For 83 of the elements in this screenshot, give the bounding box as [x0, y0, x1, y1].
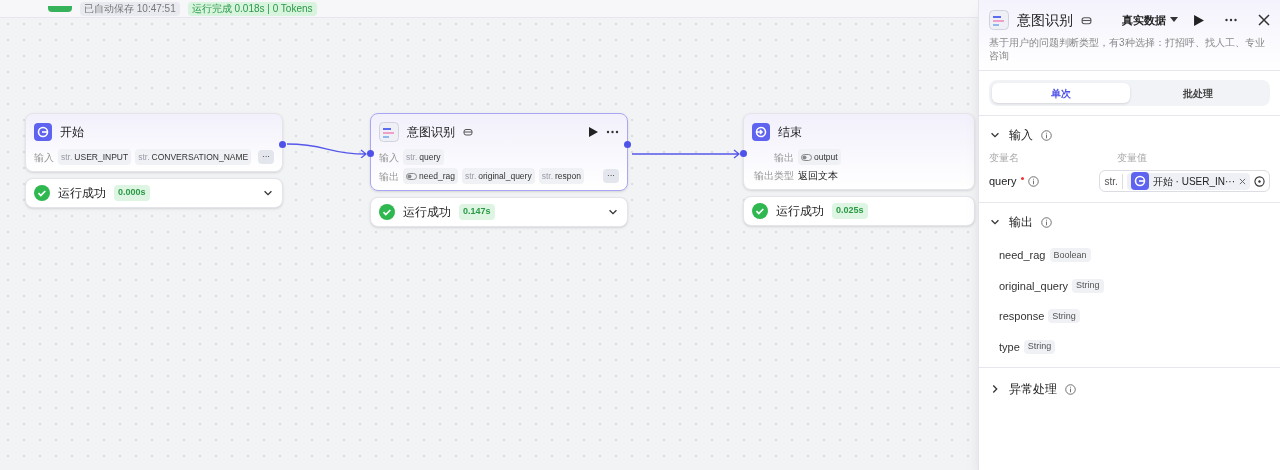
variable-chip: str. original_query: [461, 168, 535, 184]
clear-icon[interactable]: [1239, 177, 1246, 185]
status-pill: [48, 5, 72, 12]
toggle-icon: [801, 153, 812, 161]
node-title: 结束: [778, 124, 802, 141]
row-value: 返回文本: [798, 169, 838, 183]
node-description: 基于用户的问题判断类型，有3种选择：打招呼、找人工、专业咨询: [989, 36, 1266, 62]
status-text: 运行成功: [776, 203, 824, 220]
status-text: 运行成功: [58, 185, 106, 202]
mode-tab[interactable]: 单次: [992, 83, 1130, 103]
cloud-icon: [1081, 15, 1092, 25]
run-status-bar[interactable]: 运行成功 0.000s: [25, 178, 283, 208]
exit-icon: [752, 123, 770, 141]
info-icon: [1065, 383, 1076, 395]
row-label: 输出: [773, 150, 794, 165]
play-icon[interactable]: [589, 127, 598, 137]
play-icon[interactable]: [1194, 14, 1204, 26]
node-title: 开始: [60, 124, 84, 141]
more-chip[interactable]: ···: [258, 150, 274, 164]
duration-tag: 0.025s: [832, 203, 868, 219]
reference-chip: 开始 · USER_IN···: [1126, 172, 1250, 190]
type-tag: String: [1023, 339, 1056, 354]
variable-chip: need_rag: [403, 168, 458, 184]
type-tag: Boolean: [1049, 248, 1091, 263]
variable-chip: str. respon: [538, 168, 584, 184]
status-text: 运行成功: [403, 204, 451, 221]
variable-chip: str. CONVERSATION_NAME: [135, 149, 252, 165]
input-handle[interactable]: [367, 150, 374, 157]
list-icon: [379, 122, 399, 142]
more-icon[interactable]: [1224, 18, 1238, 22]
type-label: str.: [1104, 173, 1123, 189]
target-icon[interactable]: [1254, 175, 1265, 187]
run-status-badge: 运行完成 0.018s | 0 Tokens: [187, 1, 317, 16]
column-header: 变量值: [1117, 151, 1147, 165]
run-status-bar[interactable]: 运行成功 0.025s: [743, 196, 975, 226]
cloud-icon: [463, 128, 473, 136]
more-icon[interactable]: [606, 130, 619, 134]
row-label: 输出: [379, 169, 399, 184]
variable-chip: str. query: [403, 149, 444, 165]
caret-icon: [1170, 17, 1178, 23]
section-title[interactable]: 输出: [1009, 213, 1033, 231]
section-title[interactable]: 输入: [1009, 126, 1033, 144]
output-name: response: [999, 309, 1045, 324]
info-icon: [1027, 175, 1039, 187]
row-label: 输入: [34, 150, 54, 165]
data-mode-dropdown[interactable]: 真实数据: [1122, 11, 1178, 29]
success-icon: [379, 204, 395, 220]
power-icon: [1130, 172, 1149, 190]
output-handle[interactable]: [624, 141, 631, 148]
panel-title: 意图识别: [1017, 10, 1073, 30]
node-title: 意图识别: [407, 124, 455, 141]
info-icon: [1041, 216, 1052, 228]
output-name: need_rag: [999, 248, 1046, 263]
type-tag: String: [1072, 278, 1104, 293]
row-label: 输出类型: [753, 169, 794, 183]
run-status-bar[interactable]: 运行成功 0.147s: [370, 197, 628, 227]
type-tag: String: [1048, 309, 1080, 324]
success-icon: [34, 185, 50, 201]
variable-name: query: [989, 173, 1017, 189]
power-icon: [34, 123, 52, 141]
close-icon[interactable]: [1258, 14, 1270, 26]
workflow-node[interactable]: 意图识别 输入 str. query 输出 need_rag str. original_query str. respon ···: [370, 113, 628, 191]
column-header: 变量名: [989, 151, 1020, 165]
row-label: 输入: [379, 150, 399, 165]
section-title[interactable]: 异常处理: [1009, 380, 1057, 398]
info-icon: [1041, 129, 1052, 141]
workflow-node[interactable]: 开始 输入 str. USER_INPUT str. CONVERSATION_NAME ···: [25, 113, 283, 172]
duration-tag: 0.147s: [459, 204, 495, 220]
toggle-icon: [406, 172, 417, 180]
variable-chip: output: [798, 149, 841, 165]
output-name: type: [999, 339, 1020, 355]
success-icon: [752, 203, 768, 219]
duration-tag: 0.000s: [114, 185, 150, 201]
input-handle[interactable]: [740, 150, 747, 157]
more-chip[interactable]: ···: [603, 169, 619, 183]
save-status: 已自动保存 10:47:51: [80, 1, 180, 16]
variable-reference-field[interactable]: str. 开始 · USER_IN···: [1099, 170, 1270, 192]
mode-tab[interactable]: 批处理: [1129, 83, 1267, 103]
output-handle[interactable]: [279, 141, 286, 148]
list-icon: [989, 10, 1009, 30]
output-name: original_query: [999, 278, 1069, 294]
workflow-node[interactable]: 结束 输出 output 输出类型 返回文本: [743, 113, 975, 190]
variable-chip: str. USER_INPUT: [58, 149, 132, 165]
